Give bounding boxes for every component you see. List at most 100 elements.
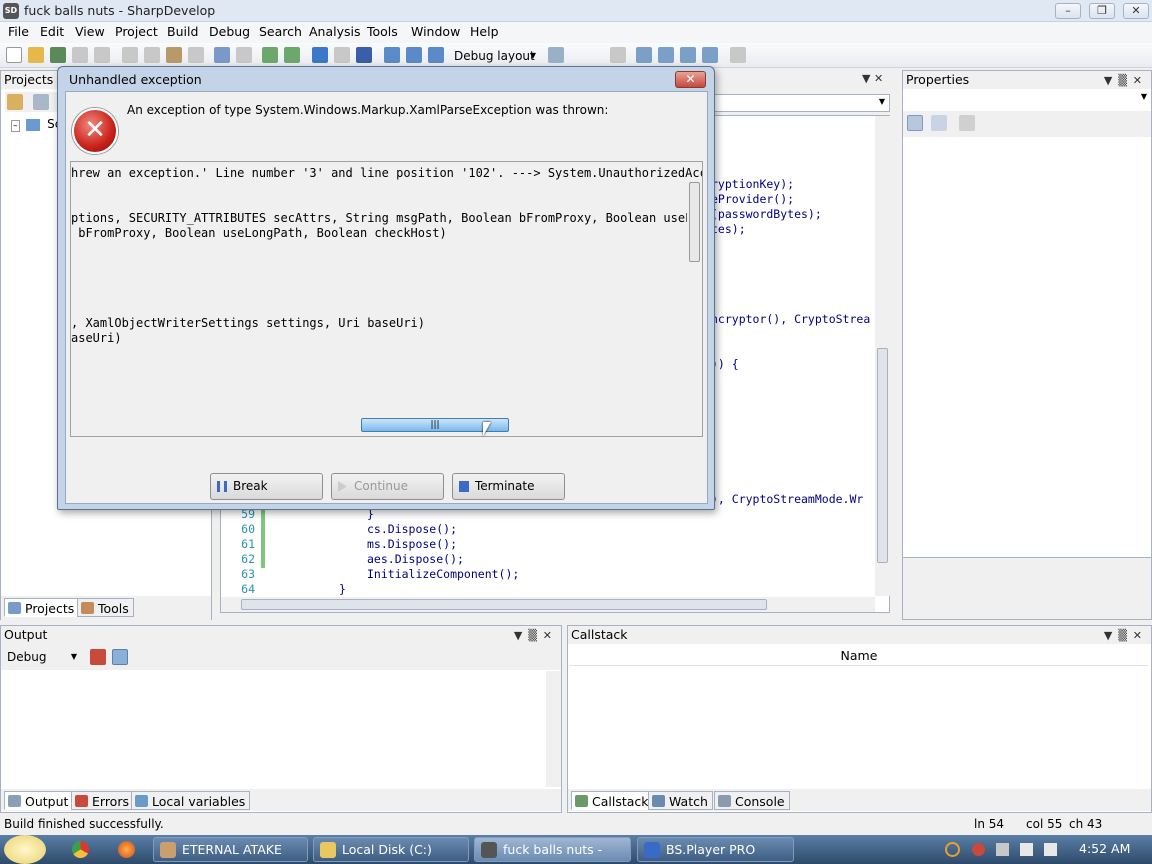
run-icon[interactable] xyxy=(312,47,328,63)
save-all-icon[interactable] xyxy=(94,47,110,63)
editor-vscrollbar[interactable] xyxy=(875,116,890,596)
solution-icon xyxy=(26,118,41,131)
collapse-icon[interactable] xyxy=(33,94,49,110)
open-solution-icon[interactable] xyxy=(50,47,66,63)
maximize-button[interactable]: ❐ xyxy=(1089,3,1115,19)
menu-edit[interactable]: Edit xyxy=(40,24,64,39)
tab-console[interactable]: Console xyxy=(714,791,790,810)
window3-icon[interactable] xyxy=(680,47,696,63)
break-button[interactable]: Break xyxy=(210,473,323,500)
tab-watch[interactable]: Watch xyxy=(648,791,713,810)
tab-tools[interactable]: Tools xyxy=(77,598,134,617)
sharpdevelop-icon: SD xyxy=(3,3,19,19)
menu-build[interactable]: Build xyxy=(167,24,198,39)
menu-debug[interactable]: Debug xyxy=(209,24,250,39)
paste-icon[interactable] xyxy=(166,47,182,63)
copy-icon[interactable] xyxy=(144,47,160,63)
panel-controls[interactable]: ▼▒✕ xyxy=(1104,72,1148,90)
output-source-dropdown[interactable]: Debug ▼ xyxy=(5,648,81,666)
minimize-button[interactable]: – xyxy=(1055,3,1081,19)
tab-errors[interactable]: Errors xyxy=(71,791,134,810)
menu-window[interactable]: Window xyxy=(411,24,460,39)
undo-icon[interactable] xyxy=(214,47,230,63)
trace-vscrollbar[interactable] xyxy=(687,182,702,417)
property-pages-icon[interactable] xyxy=(959,115,975,131)
window-icon[interactable] xyxy=(636,47,652,63)
panel-controls[interactable]: ▼▒✕ xyxy=(1104,627,1148,645)
redo-icon[interactable] xyxy=(236,47,252,63)
window4-icon[interactable] xyxy=(702,47,718,63)
categorized-icon[interactable] xyxy=(907,115,923,131)
format-icon[interactable] xyxy=(610,47,626,63)
save-icon[interactable] xyxy=(72,47,88,63)
taskbar-item-sharpdevelop[interactable]: fuck balls nuts - Shar... xyxy=(474,837,631,862)
volume-icon[interactable] xyxy=(1044,843,1057,856)
chrome-icon[interactable] xyxy=(72,841,89,858)
pause-icon[interactable] xyxy=(334,47,350,63)
clear-output-icon[interactable] xyxy=(90,649,106,665)
menu-analysis[interactable]: Analysis xyxy=(309,24,361,39)
editor-hscrollbar[interactable] xyxy=(221,597,875,612)
code-line: cs.Dispose(); xyxy=(367,522,458,536)
vscroll-thumb[interactable] xyxy=(877,348,888,563)
delete-icon[interactable] xyxy=(188,47,204,63)
tab-callstack[interactable]: Callstack xyxy=(571,791,654,810)
firefox-icon[interactable] xyxy=(118,841,135,858)
panel-controls[interactable]: ▼▒✕ xyxy=(514,627,558,645)
stack-trace-box[interactable]: hrew an exception.' Line number '3' and … xyxy=(70,161,703,437)
step-over-icon[interactable] xyxy=(384,47,400,63)
taskbar-item-eternal-atake[interactable]: ETERNAL ATAKE xyxy=(153,837,308,862)
window2-icon[interactable] xyxy=(658,47,674,63)
member-dropdown[interactable]: ▼ xyxy=(707,94,890,112)
menu-tools[interactable]: Tools xyxy=(367,24,398,39)
tab-local-variables[interactable]: Local variables xyxy=(131,791,251,810)
start-button[interactable] xyxy=(4,835,46,864)
output-scrollbar[interactable] xyxy=(546,671,561,787)
continue-button[interactable]: Continue xyxy=(331,473,444,500)
hscroll-thumb[interactable] xyxy=(241,599,767,610)
tray-flag-icon[interactable] xyxy=(996,843,1009,856)
rebuild-icon[interactable] xyxy=(284,47,300,63)
step-into-icon[interactable] xyxy=(406,47,422,63)
word-wrap-icon[interactable] xyxy=(112,649,128,665)
terminate-button[interactable]: Terminate xyxy=(452,473,565,500)
column-header-name[interactable]: Name xyxy=(570,646,1148,666)
project-icon[interactable] xyxy=(7,94,23,110)
clock[interactable]: 4:52 AM xyxy=(1079,841,1130,856)
trace-line: bFromProxy, Boolean useLongPath, Boolean… xyxy=(71,226,447,240)
layout-dropdown[interactable]: Debug layout ▼ xyxy=(450,47,540,65)
watch-icon xyxy=(652,795,665,807)
search-icon[interactable] xyxy=(730,47,746,63)
line-number: 60 xyxy=(241,522,255,536)
open-folder-icon[interactable] xyxy=(28,47,44,63)
step-out-icon[interactable] xyxy=(428,47,444,63)
code-line: InitializeComponent(); xyxy=(367,567,520,581)
tab-projects[interactable]: Projects xyxy=(4,598,80,617)
build-icon[interactable] xyxy=(262,47,278,63)
trace-hscrollbar[interactable]: ||| xyxy=(71,417,687,434)
menu-help[interactable]: Help xyxy=(470,24,499,39)
alphabetical-icon[interactable] xyxy=(931,115,947,131)
menu-view[interactable]: View xyxy=(75,24,105,39)
menu-search[interactable]: Search xyxy=(259,24,302,39)
menu-project[interactable]: Project xyxy=(115,24,158,39)
tray-search-icon[interactable] xyxy=(945,842,960,857)
change-margin xyxy=(261,508,265,568)
tree-item-solution[interactable]: – Sc xyxy=(11,117,61,132)
close-button[interactable]: ✕ xyxy=(1123,3,1149,19)
object-selector[interactable]: ▼ xyxy=(903,89,1151,109)
pause-icon xyxy=(217,481,227,492)
network-icon[interactable] xyxy=(1020,843,1033,856)
cut-icon[interactable] xyxy=(122,47,138,63)
bookmark-icon[interactable] xyxy=(548,47,564,63)
trace-vscroll-thumb[interactable] xyxy=(689,182,700,262)
editor-pin-close[interactable]: ▼ ✕ xyxy=(862,72,883,85)
tray-block-icon[interactable] xyxy=(972,843,985,856)
stop-icon[interactable] xyxy=(356,47,372,63)
taskbar-item-bsplayer[interactable]: BS.Player PRO xyxy=(637,837,794,862)
tab-output[interactable]: Output xyxy=(4,791,74,810)
new-file-icon[interactable] xyxy=(6,47,22,63)
menu-file[interactable]: File xyxy=(8,24,29,39)
taskbar-item-local-disk[interactable]: Local Disk (C:) xyxy=(313,837,469,862)
dialog-close-button[interactable]: ✕ xyxy=(675,71,706,88)
